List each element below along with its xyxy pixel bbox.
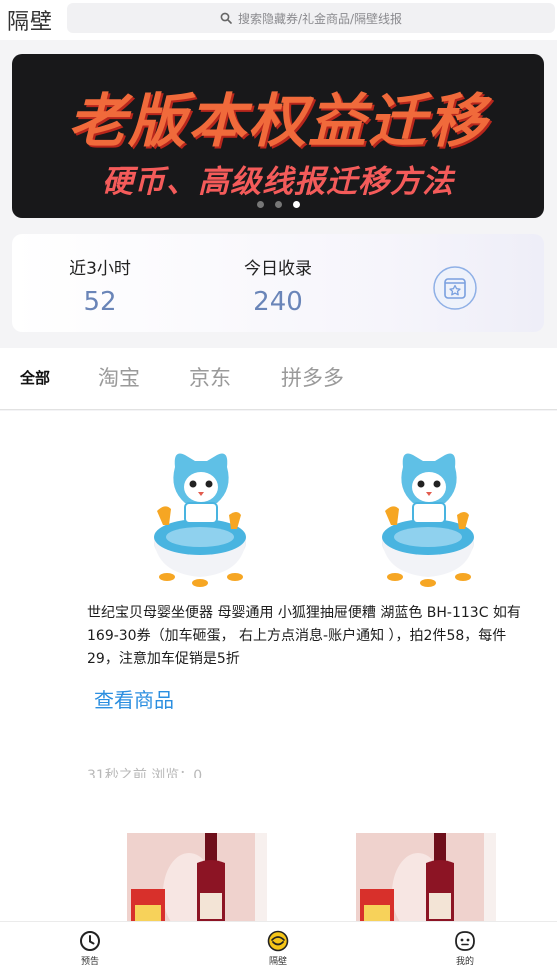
deal-feed: 世纪宝贝母婴坐便器 母婴通用 小狐狸抽屉便糟 湖蓝色 BH-113C 如有169… [0, 411, 557, 921]
stat-recent-value: 52 [83, 287, 117, 317]
bottom-nav: 预告 隔壁 我的 [0, 921, 557, 971]
search-icon [220, 12, 232, 24]
clock-icon [80, 931, 100, 951]
tab-pinduoduo[interactable]: 拼多多 [281, 362, 344, 392]
banner-title: 老版本权益迁移 [67, 87, 488, 155]
carousel-dots [12, 201, 544, 208]
stat-recent-label: 近3小时 [69, 259, 131, 279]
banner-subtitle: 硬币、高级线报迁移方法 [102, 164, 454, 200]
nav-item-home[interactable]: 隔壁 [248, 930, 308, 967]
nav-item-profile[interactable]: 我的 [435, 930, 495, 967]
tab-taobao[interactable]: 淘宝 [98, 362, 140, 392]
tab-all[interactable]: 全部 [20, 367, 50, 388]
carousel-dot-active[interactable] [292, 201, 300, 208]
stat-today: 今日收录 240 [208, 254, 348, 317]
profile-face-icon [455, 931, 475, 951]
stat-today-label: 今日收录 [244, 259, 312, 279]
app-page: 隔壁 搜索隐藏券/礼金商品/隔壁线报 老版本权益迁移 硬币、高级线报迁移方法 近… [0, 0, 557, 971]
top-bar: 隔壁 搜索隐藏券/礼金商品/隔壁线报 [0, 0, 557, 40]
stats-card: 近3小时 52 今日收录 240 [12, 234, 544, 332]
nav-label-home: 隔壁 [268, 957, 287, 967]
product-image[interactable] [145, 445, 255, 595]
promo-banner[interactable]: 老版本权益迁移 硬币、高级线报迁移方法 [12, 54, 544, 218]
product-image[interactable] [356, 833, 496, 921]
search-placeholder: 搜索隐藏券/礼金商品/隔壁线报 [237, 11, 403, 26]
carousel-dot[interactable] [256, 201, 264, 208]
home-face-icon [267, 930, 289, 952]
product-image[interactable] [127, 833, 267, 921]
search-input[interactable]: 搜索隐藏券/礼金商品/隔壁线报 [67, 3, 555, 33]
nav-item-preview[interactable]: 预告 [60, 930, 120, 967]
deal-meta: 31秒之前 浏览：0 [87, 768, 203, 778]
nav-label-preview: 预告 [80, 957, 99, 967]
stat-today-value: 240 [253, 287, 303, 317]
carousel-dot[interactable] [274, 201, 282, 208]
deal-description: 世纪宝贝母婴坐便器 母婴通用 小狐狸抽屉便糟 湖蓝色 BH-113C 如有169… [87, 605, 521, 667]
category-tabs: 全部 淘宝 京东 拼多多 [0, 348, 557, 410]
tab-jd[interactable]: 京东 [189, 362, 231, 392]
starred-folder-icon[interactable] [432, 265, 478, 311]
app-title: 隔壁 [7, 10, 54, 35]
stat-recent: 近3小时 52 [30, 254, 170, 317]
nav-label-profile: 我的 [455, 957, 474, 967]
view-product-link[interactable]: 查看商品 [94, 684, 174, 713]
product-image[interactable] [373, 445, 483, 595]
